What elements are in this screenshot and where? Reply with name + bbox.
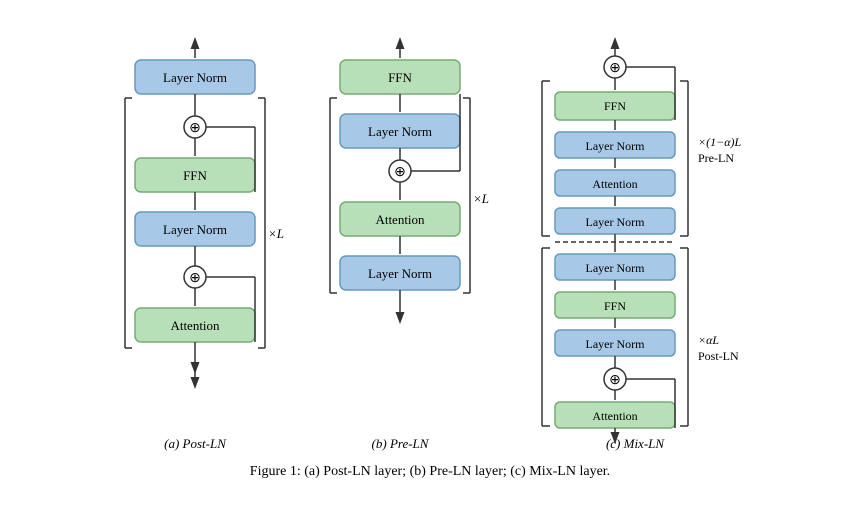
svg-text:Layer Norm: Layer Norm [586, 139, 646, 153]
svg-text:Layer Norm: Layer Norm [163, 222, 227, 237]
pre-ln-svg: FFN Layer Norm ⊕ [310, 38, 490, 428]
svg-text:×L: ×L [268, 226, 284, 241]
svg-text:Layer Norm: Layer Norm [368, 266, 432, 281]
svg-text:⊕: ⊕ [189, 271, 201, 286]
figure-caption: Figure 1: (a) Post-LN layer; (b) Pre-LN … [250, 464, 610, 480]
diagrams-row: Layer Norm ⊕ FFN [20, 38, 840, 452]
svg-text:FFN: FFN [604, 99, 626, 113]
diagram-post-ln: Layer Norm ⊕ FFN [110, 38, 280, 452]
svg-text:Layer Norm: Layer Norm [163, 70, 227, 85]
pre-ln-label: (b) Pre-LN [372, 436, 429, 452]
svg-text:⊕: ⊕ [189, 121, 201, 136]
post-ln-label: (a) Post-LN [164, 436, 226, 452]
diagram-pre-ln: FFN Layer Norm ⊕ [310, 38, 490, 452]
diagram-mix-ln: ⊕ FFN Layer Norm Attention [520, 38, 750, 452]
svg-text:Attention: Attention [592, 409, 637, 423]
figure-container: Layer Norm ⊕ FFN [0, 28, 860, 490]
svg-text:FFN: FFN [604, 299, 626, 313]
svg-text:Attention: Attention [592, 177, 637, 191]
mix-ln-label: (c) Mix-LN [606, 436, 664, 452]
svg-text:×αL: ×αL [698, 333, 719, 347]
svg-text:×(1−α)L: ×(1−α)L [698, 135, 741, 149]
svg-text:FFN: FFN [183, 168, 207, 183]
post-ln-svg: Layer Norm ⊕ FFN [110, 38, 280, 428]
svg-text:FFN: FFN [388, 70, 412, 85]
svg-text:Pre-LN: Pre-LN [698, 151, 734, 165]
svg-text:Attention: Attention [375, 212, 425, 227]
svg-text:Layer Norm: Layer Norm [586, 215, 646, 229]
svg-text:×L: ×L [473, 191, 489, 206]
svg-text:Layer Norm: Layer Norm [586, 261, 646, 275]
svg-text:⊕: ⊕ [394, 165, 406, 180]
svg-text:Layer Norm: Layer Norm [368, 124, 432, 139]
svg-text:Post-LN: Post-LN [698, 349, 739, 363]
mix-ln-svg: ⊕ FFN Layer Norm Attention [520, 38, 750, 428]
svg-text:Layer Norm: Layer Norm [586, 337, 646, 351]
svg-text:⊕: ⊕ [609, 373, 621, 388]
svg-text:⊕: ⊕ [609, 61, 621, 76]
svg-text:Attention: Attention [170, 318, 220, 333]
